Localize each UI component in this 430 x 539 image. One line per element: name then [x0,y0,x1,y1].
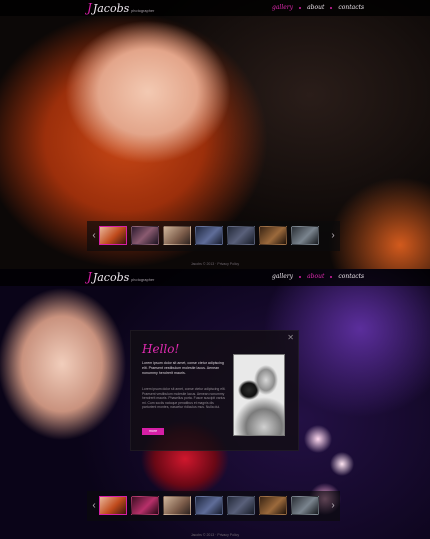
logo-name: Jacobs [92,2,130,15]
nav-contacts[interactable]: contacts [338,4,364,11]
site-header: J Jacobs photographer gallery about cont… [0,269,430,286]
thumbnail-list [99,496,323,515]
thumbnail[interactable] [195,496,223,515]
photographer-photo [233,354,285,436]
chevron-left-icon[interactable]: ‹ [90,229,98,243]
thumbnail-strip: ‹ › [87,491,340,521]
nav-about[interactable]: about [307,4,324,11]
thumbnail[interactable] [163,226,191,245]
nav-gallery[interactable]: gallery [272,273,293,280]
chevron-right-icon[interactable]: › [329,499,337,513]
about-modal: ✕ Hello! Lorem ipsum dolor sit amet, con… [130,330,299,451]
footer-text: Jacobs © 2013 · Privacy Policy [190,262,240,266]
thumbnail[interactable] [227,496,255,515]
thumbnail[interactable] [163,496,191,515]
nav-separator [330,275,333,278]
thumbnail[interactable] [99,226,127,245]
chevron-left-icon[interactable]: ‹ [90,499,98,513]
thumbnail[interactable] [131,496,159,515]
gallery-screen: J Jacobs photographer gallery about cont… [0,0,430,269]
thumbnail-list [99,226,323,245]
nav-about[interactable]: about [307,273,324,280]
thumbnail[interactable] [259,226,287,245]
main-nav: gallery about contacts [272,4,364,11]
nav-gallery[interactable]: gallery [272,4,293,11]
modal-lead-text: Lorem ipsum dolor sit amet, conse ctetur… [142,361,224,375]
logo-initial: J [87,270,92,284]
thumbnail[interactable] [259,496,287,515]
thumbnail[interactable] [99,496,127,515]
thumbnail[interactable] [227,226,255,245]
site-logo[interactable]: J Jacobs photographer [87,1,154,15]
nav-separator [299,275,302,278]
chevron-right-icon[interactable]: › [329,229,337,243]
logo-tagline: photographer [131,278,155,282]
logo-name: Jacobs [92,271,130,284]
modal-title: Hello! [142,342,180,356]
nav-contacts[interactable]: contacts [338,273,364,280]
modal-body-text: Lorem ipsum dolor sit amet, conse ctetur… [142,387,226,410]
nav-separator [299,6,302,9]
close-icon[interactable]: ✕ [287,333,294,342]
main-nav: gallery about contacts [272,273,364,280]
thumbnail[interactable] [291,496,319,515]
more-button[interactable]: more [142,428,164,435]
thumbnail-strip: ‹ › [87,221,340,251]
about-screen: J Jacobs photographer gallery about cont… [0,269,430,539]
thumbnail[interactable] [291,226,319,245]
thumbnail[interactable] [131,226,159,245]
site-header: J Jacobs photographer gallery about cont… [0,0,430,16]
thumbnail[interactable] [195,226,223,245]
site-logo[interactable]: J Jacobs photographer [87,270,154,284]
nav-separator [330,6,333,9]
logo-initial: J [87,1,92,15]
logo-tagline: photographer [131,9,155,13]
footer-text: Jacobs © 2013 · Privacy Policy [190,533,240,537]
